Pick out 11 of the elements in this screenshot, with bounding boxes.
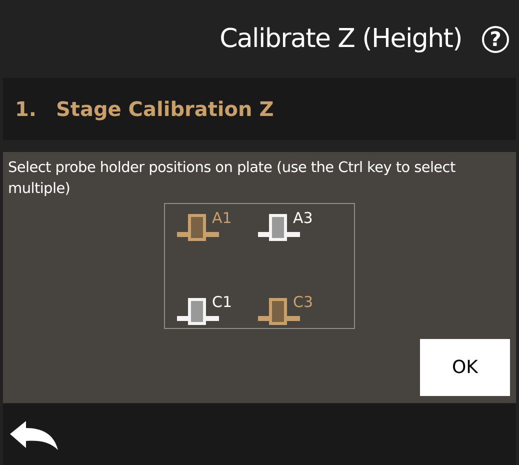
help-button[interactable]: ? xyxy=(482,26,509,52)
window-title: Calibrate Z (Height) xyxy=(220,24,462,54)
ok-button[interactable]: OK xyxy=(420,339,510,396)
position-label: A1 xyxy=(212,209,232,227)
step-number: 1. xyxy=(14,97,38,121)
position-label: A3 xyxy=(293,209,313,227)
instruction-text: Select probe holder positions on plate (use the Ctrl key to select multiple) xyxy=(7,159,456,199)
step-title: Stage Calibration Z xyxy=(56,97,274,121)
back-arrow-icon[interactable] xyxy=(10,420,58,450)
position-label: C1 xyxy=(212,293,232,311)
position-label: C3 xyxy=(293,293,314,311)
